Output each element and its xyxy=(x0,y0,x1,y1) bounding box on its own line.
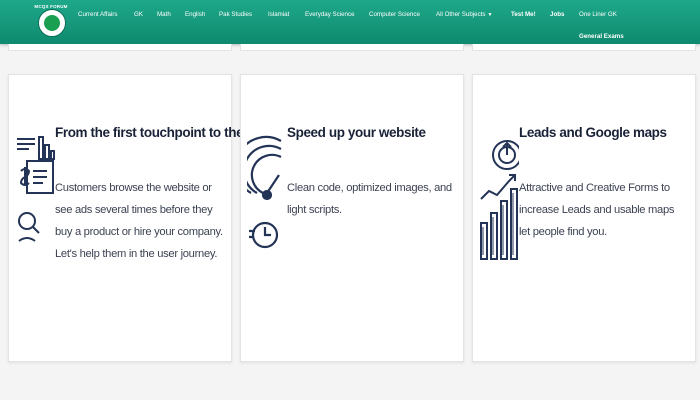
nav-item-one-liner-gk[interactable]: One Liner GK xyxy=(579,10,617,20)
feature-card-speed: Speed up your website Clean code, optimi… xyxy=(240,74,464,362)
nav-item-computer-science[interactable]: Computer Science xyxy=(369,10,420,20)
card-description: Attractive and Creative Forms to increas… xyxy=(519,182,675,238)
nav-menu: Current Affairs GK Math English Pak Stud… xyxy=(0,10,700,40)
nav-item-label: All Other Subjects xyxy=(436,11,486,18)
top-navbar: MCQS FORUM Current Affairs GK Math Engli… xyxy=(0,0,700,44)
caret-down-icon: ▼ xyxy=(487,12,493,18)
previous-section-edge xyxy=(0,44,700,58)
nav-item-test-me[interactable]: Test Me! xyxy=(511,10,536,20)
nav-item-jobs[interactable]: Jobs xyxy=(550,10,564,20)
growth-chart-icon xyxy=(480,140,519,260)
previous-card-edge xyxy=(8,44,232,51)
previous-card-edge xyxy=(240,44,464,51)
card-title: Speed up your website xyxy=(287,125,426,140)
nav-item-all-other-subjects[interactable]: All Other Subjects ▼ xyxy=(436,10,492,20)
customer-journey-icon xyxy=(17,136,55,242)
card-title: Leads and Google maps xyxy=(519,125,667,140)
nav-item-math[interactable]: Math xyxy=(157,10,171,20)
nav-item-everyday-science[interactable]: Everyday Science xyxy=(305,10,355,20)
feature-card-leads: Leads and Google maps Attractive and Cre… xyxy=(472,74,696,362)
feature-card-customer-journey: From the first touchpoint to the sale Cu… xyxy=(8,74,272,362)
card-description: Customers browse the website or see ads … xyxy=(55,182,223,260)
card-description: Clean code, optimized images, and light … xyxy=(287,182,452,216)
speedometer-icon xyxy=(247,135,282,249)
card-title: From the first touchpoint to the sale xyxy=(55,125,272,140)
nav-item-islamiat[interactable]: Islamiat xyxy=(268,10,289,20)
nav-item-general-exams[interactable]: General Exams xyxy=(579,32,624,42)
nav-item-current-affairs[interactable]: Current Affairs xyxy=(78,10,117,20)
previous-card-edge xyxy=(472,44,696,51)
nav-item-gk[interactable]: GK xyxy=(134,10,143,20)
nav-item-english[interactable]: English xyxy=(185,10,205,20)
logo-text: MCQS FORUM xyxy=(34,4,68,9)
nav-item-pak-studies[interactable]: Pak Studies xyxy=(219,10,252,20)
